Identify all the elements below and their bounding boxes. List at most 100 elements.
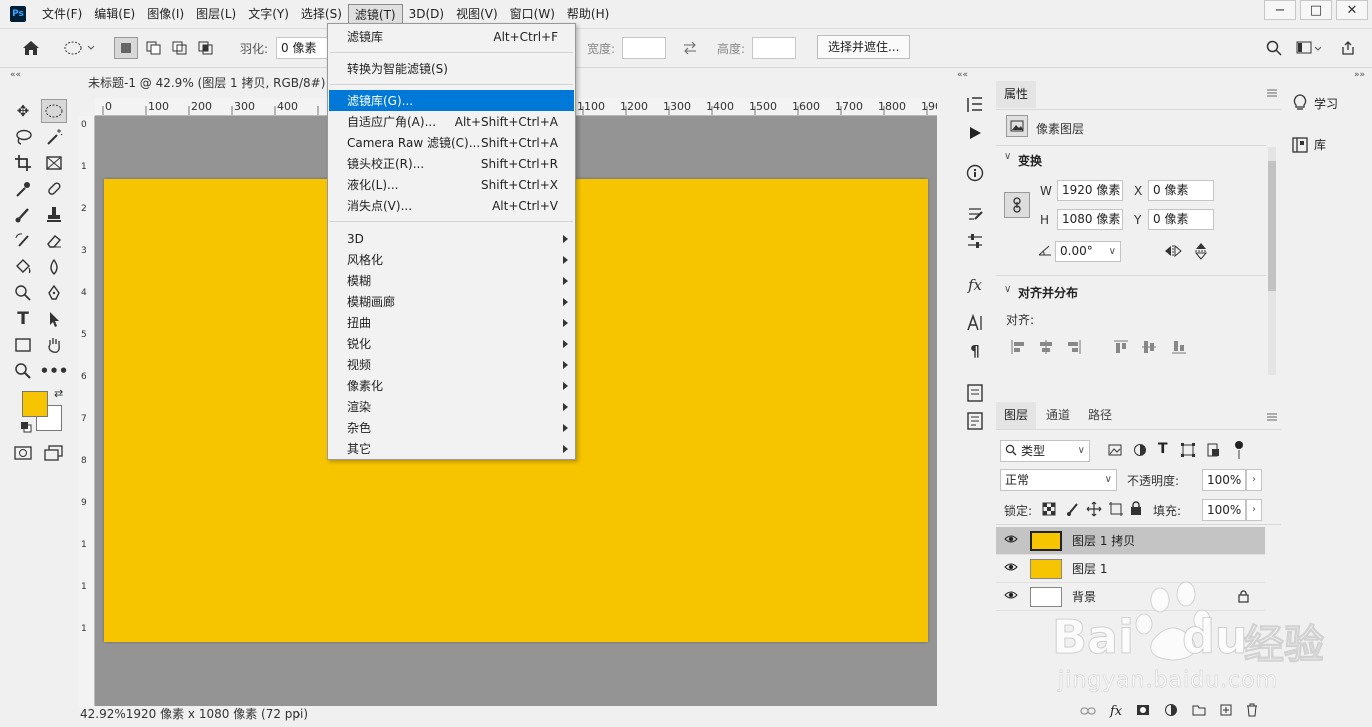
filter-type-icon[interactable]: T: [1158, 441, 1168, 457]
share-icon[interactable]: [1340, 37, 1356, 59]
expand-right-icon[interactable]: »»: [1354, 70, 1365, 80]
x-field[interactable]: 0 像素: [1148, 180, 1214, 201]
paragraph-panel-icon[interactable]: ¶: [963, 340, 987, 362]
screen-mode-icon[interactable]: [41, 441, 67, 465]
flip-horizontal-icon[interactable]: [1164, 244, 1182, 261]
menu-item-distort[interactable]: 扭曲: [329, 312, 574, 333]
type-tool-icon[interactable]: T: [10, 307, 36, 331]
menu-layer[interactable]: 图层(L): [190, 4, 242, 24]
search-icon[interactable]: [1266, 37, 1282, 59]
blur-tool-icon[interactable]: [41, 255, 67, 279]
elliptical-marquee-tool-icon[interactable]: [41, 99, 67, 123]
menu-3d[interactable]: 3D(D): [403, 4, 450, 24]
select-and-mask-button[interactable]: 选择并遮住...: [817, 35, 911, 59]
notes-panel-icon[interactable]: [963, 382, 987, 404]
visibility-eye-icon[interactable]: [1004, 589, 1018, 604]
magic-wand-tool-icon[interactable]: [41, 125, 67, 149]
hand-tool-icon[interactable]: [41, 333, 67, 357]
menu-file[interactable]: 文件(F): [36, 4, 88, 24]
menu-image[interactable]: 图像(I): [141, 4, 190, 24]
maximize-icon[interactable]: □: [1300, 0, 1332, 20]
home-icon[interactable]: [22, 37, 40, 59]
frame-tool-icon[interactable]: [41, 151, 67, 175]
pen-tool-icon[interactable]: [41, 281, 67, 305]
zoom-level[interactable]: 42.92%: [80, 707, 126, 721]
menu-item-stylize[interactable]: 风格化: [329, 249, 574, 270]
foreground-color-swatch[interactable]: [22, 391, 48, 417]
menu-item-other[interactable]: 其它: [329, 438, 574, 459]
new-layer-icon[interactable]: [1220, 704, 1232, 719]
height-field[interactable]: 1080 像素: [1057, 209, 1123, 230]
menu-window[interactable]: 窗口(W): [504, 4, 561, 24]
swap-icon[interactable]: [682, 37, 698, 59]
fill-input[interactable]: 100%: [1202, 499, 1246, 521]
quick-mask-icon[interactable]: [10, 441, 36, 465]
dodge-tool-icon[interactable]: [10, 281, 36, 305]
fill-dropdown-icon[interactable]: ›: [1246, 499, 1262, 521]
subtract-selection-icon[interactable]: [170, 37, 190, 59]
zoom-tool-icon[interactable]: [10, 359, 36, 383]
menu-item-filter-gallery[interactable]: 滤镜库(G)...: [329, 90, 574, 111]
tab-properties[interactable]: 属性: [996, 81, 1037, 108]
menu-item-pixelate[interactable]: 像素化: [329, 375, 574, 396]
menu-item-render[interactable]: 渲染: [329, 396, 574, 417]
new-group-icon[interactable]: [1192, 704, 1206, 719]
styles-fx-icon[interactable]: fx: [963, 274, 987, 296]
filter-toggle-icon[interactable]: [1234, 440, 1244, 463]
layer-row[interactable]: 图层 1: [996, 555, 1265, 583]
menu-item-camera-raw[interactable]: Camera Raw 滤镜(C)... Shift+Ctrl+A: [329, 132, 574, 153]
menu-item-blur[interactable]: 模糊: [329, 270, 574, 291]
menu-item-filter-gallery-last[interactable]: 滤镜库 Alt+Ctrl+F: [329, 26, 574, 47]
minimize-icon[interactable]: −: [1264, 0, 1296, 20]
add-style-fx-icon[interactable]: fx: [1110, 704, 1122, 719]
lock-position-icon[interactable]: [1086, 501, 1102, 520]
intersect-selection-icon[interactable]: [196, 37, 216, 59]
visibility-eye-icon[interactable]: [1004, 533, 1018, 548]
elliptical-marquee-preset-icon[interactable]: [64, 37, 96, 59]
align-bottom-icon[interactable]: [1171, 339, 1187, 358]
tab-layers[interactable]: 图层: [996, 402, 1037, 429]
filter-smart-object-icon[interactable]: [1206, 443, 1220, 460]
align-center-h-icon[interactable]: [1038, 339, 1054, 358]
lock-all-icon[interactable]: [1130, 501, 1142, 519]
align-center-v-icon[interactable]: [1141, 339, 1157, 358]
flip-vertical-icon[interactable]: [1194, 242, 1208, 263]
chevron-down-icon[interactable]: ∨: [1004, 151, 1011, 162]
layer-row[interactable]: 图层 1 拷贝: [996, 527, 1265, 555]
feather-input[interactable]: 0 像素: [276, 37, 328, 59]
move-tool-icon[interactable]: ✥: [10, 99, 36, 123]
lock-transparent-icon[interactable]: [1042, 502, 1056, 519]
filter-adjustment-icon[interactable]: [1133, 443, 1147, 460]
height-input[interactable]: [752, 37, 796, 59]
menu-filter[interactable]: 滤镜(T): [347, 4, 403, 24]
properties-scrollbar[interactable]: [1268, 147, 1276, 375]
menu-item-blur-gallery[interactable]: 模糊画廊: [329, 291, 574, 312]
width-input[interactable]: [622, 37, 666, 59]
add-selection-icon[interactable]: [144, 37, 164, 59]
collapse-left-icon[interactable]: ««: [10, 70, 21, 80]
width-field[interactable]: 1920 像素: [1057, 180, 1123, 201]
history-panel-icon[interactable]: [963, 94, 987, 116]
workspace-icon[interactable]: [1296, 37, 1322, 59]
eraser-tool-icon[interactable]: [41, 229, 67, 253]
more-tools-icon[interactable]: •••: [40, 359, 69, 383]
lock-artboard-icon[interactable]: [1108, 501, 1124, 520]
link-icon[interactable]: [1004, 192, 1030, 218]
blend-mode-select[interactable]: 正常 ∨: [1000, 469, 1117, 491]
crop-tool-icon[interactable]: [10, 151, 36, 175]
filter-shape-icon[interactable]: [1181, 443, 1195, 460]
align-top-icon[interactable]: [1113, 339, 1129, 358]
healing-brush-tool-icon[interactable]: [41, 177, 67, 201]
menu-item-3d[interactable]: 3D: [329, 228, 574, 249]
info-icon[interactable]: [963, 162, 987, 184]
menu-select[interactable]: 选择(S): [295, 4, 348, 24]
angle-field[interactable]: 0.00° ∨: [1055, 241, 1121, 262]
menu-view[interactable]: 视图(V): [450, 4, 504, 24]
filter-pixel-icon[interactable]: [1108, 443, 1122, 460]
menu-item-video[interactable]: 视频: [329, 354, 574, 375]
glyphs-panel-icon[interactable]: [963, 410, 987, 432]
lasso-tool-icon[interactable]: [10, 125, 36, 149]
opacity-dropdown-icon[interactable]: ›: [1246, 469, 1262, 491]
layers-menu-icon[interactable]: [1266, 411, 1278, 425]
visibility-eye-icon[interactable]: [1004, 561, 1018, 576]
